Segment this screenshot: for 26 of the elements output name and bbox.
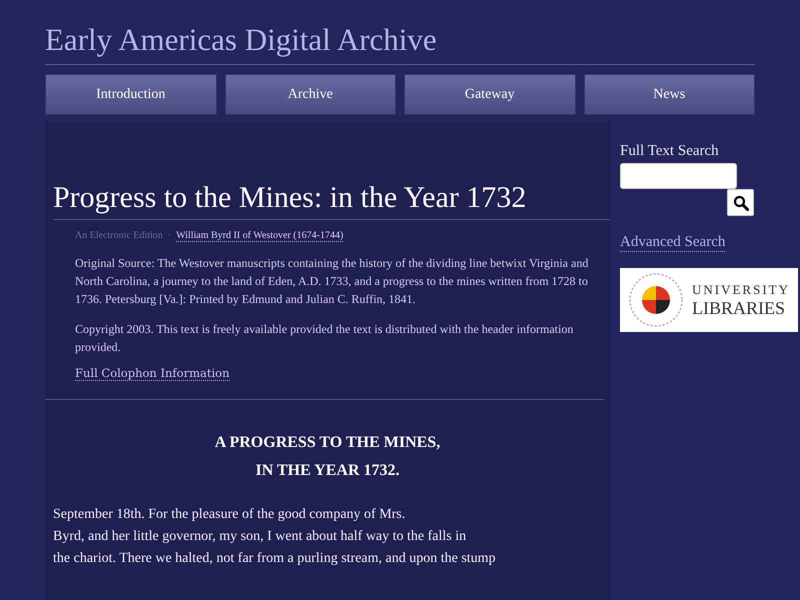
nav-button[interactable]: News — [584, 74, 755, 115]
section-heading: IN THE YEAR 1732. — [255, 462, 400, 480]
document-title: Progress to the Mines: in the Year 1732 — [53, 181, 610, 220]
colophon-link[interactable]: Full Colophon Information — [75, 366, 230, 381]
separator: · — [168, 230, 172, 242]
nav-button[interactable]: Introduction — [45, 74, 216, 115]
nav-button[interactable]: Gateway — [404, 74, 576, 115]
logo-text: UNIVERSITY — [692, 282, 790, 298]
search-label: Full Text Search — [620, 143, 720, 160]
site-title: Early Americas Digital Archive — [45, 22, 755, 65]
body-text-line: Byrd, and her little governor, my son, I went about half way to the falls in — [53, 528, 468, 546]
copyright-text: Copyright 2003. This text is freely available provided the text is distributed with the header information provided. — [75, 321, 574, 356]
section-heading: A PROGRESS TO THE MINES, — [214, 434, 440, 452]
edition-label: An Electronic Edition — [75, 230, 163, 242]
library-logo[interactable]: UNIVERSITY LIBRARIES — [620, 268, 798, 332]
search-button[interactable] — [727, 189, 754, 216]
search-icon — [732, 194, 748, 210]
search-field[interactable] — [620, 163, 737, 189]
seal-icon — [628, 272, 684, 328]
logo-text: LIBRARIES — [692, 298, 786, 318]
body-text-line: September 18th. For the pleasure of the good company of Mrs. — [53, 506, 406, 524]
advanced-search-link[interactable]: Advanced Search — [620, 234, 726, 252]
source-text: Original Source: The Westover manuscripts containing the history of the dividing line betwixt Virginia and North Carolina, a journey to the land of Eden, A.D. 1733, and a progress to the mines written from 1728 to 1736. Petersburg [Va.]: Printed by Edmund and Julian C. Ruffin, 1841. — [75, 255, 590, 308]
author-link[interactable]: William Byrd II of Westover (1674-1744) — [176, 230, 344, 242]
body-text-line: the chariot. There we halted, not far from a purling stream, and upon the stump — [53, 550, 497, 568]
nav-button[interactable]: Archive — [224, 74, 396, 115]
